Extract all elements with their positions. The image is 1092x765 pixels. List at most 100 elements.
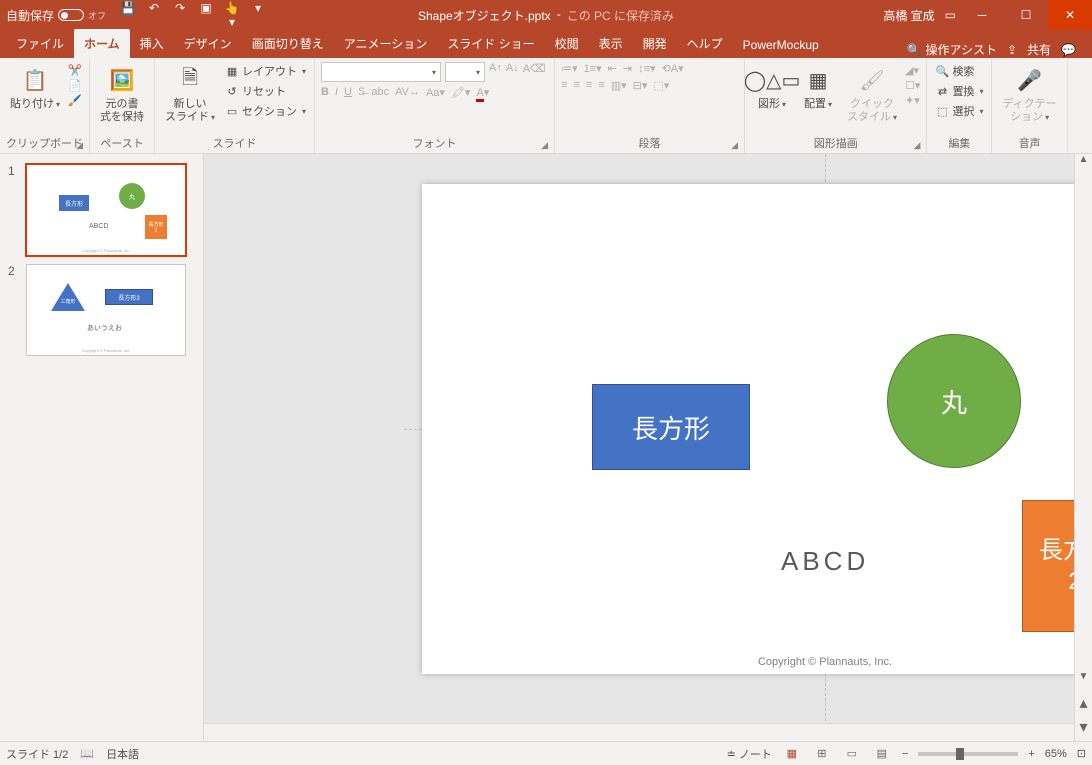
fit-to-window-icon[interactable]: ⊡ [1077,747,1086,760]
tab-home[interactable]: ホーム [74,29,130,58]
align-center-icon[interactable]: ≡ [573,79,579,92]
tab-design[interactable]: デザイン [174,29,242,58]
align-left-icon[interactable]: ≡ [561,79,567,92]
scroll-track[interactable] [1078,172,1089,695]
shapes-button[interactable]: ◯△▭ 図形 [751,62,793,113]
replace-button[interactable]: ⇄置換 [933,82,985,100]
clipboard-launcher-icon[interactable]: ◢ [76,140,83,151]
status-language[interactable]: 日本語 [106,746,139,762]
next-slide-icon[interactable]: ▾ [1079,717,1087,737]
find-button[interactable]: 🔍検索 [933,62,985,80]
increase-font-icon[interactable]: A↑ [489,62,502,82]
thumb-1[interactable]: 長方形 丸 長方形 2 ABCD Copyright © Plannauts, … [26,164,186,256]
paragraph-launcher-icon[interactable]: ◢ [731,140,738,151]
canvas-area[interactable]: 長方形 丸 長方形 2 ABCD Copyright © Plannauts, … [204,154,1074,741]
justify-icon[interactable]: ≡ [598,79,604,92]
shape-outline-icon[interactable]: ☐▾ [905,79,920,92]
line-spacing-icon[interactable]: ↕≡▾ [638,62,655,75]
slide-panel[interactable]: 1 長方形 丸 長方形 2 ABCD Copyright © Plannauts… [0,154,204,741]
dictate-button[interactable]: 🎤 ディクテー ション [998,62,1060,125]
vertical-scrollbar[interactable]: ▲ ▼ ▴ ▾ [1074,154,1092,741]
start-from-beginning-icon[interactable]: ▣ [198,1,214,29]
share-label[interactable]: 共有 [1027,41,1051,58]
autosave-pill[interactable] [58,9,84,21]
tab-review[interactable]: 校閲 [545,29,589,58]
indent-dec-icon[interactable]: ⇤ [608,62,617,75]
qat-more-icon[interactable]: ▾ [250,1,266,29]
share-icon[interactable]: ⇪ [1007,43,1017,57]
font-name-select[interactable] [321,62,441,82]
zoom-out-icon[interactable]: − [902,748,908,760]
strike-icon[interactable]: S̶ [358,86,365,99]
tab-transitions[interactable]: 画面切り替え [242,29,334,58]
minimize-button[interactable]: ─ [960,0,1004,30]
layout-button[interactable]: ▦レイアウト [223,62,308,80]
scroll-down-icon[interactable]: ▼ [1079,671,1089,689]
zoom-slider[interactable] [918,752,1018,756]
status-slide-number[interactable]: スライド 1/2 [6,746,68,762]
tab-powermockup[interactable]: PowerMockup [733,32,829,58]
shadow-icon[interactable]: abc [371,86,389,99]
thumb-1-wrap[interactable]: 1 長方形 丸 長方形 2 ABCD Copyright © Plannauts… [0,160,203,260]
normal-view-icon[interactable]: ▦ [782,747,802,760]
shape-fill-icon[interactable]: ◢▾ [905,64,920,77]
thumb-2[interactable]: 三角形 長方形3 あいうえお Copyright © Plannauts, In… [26,264,186,356]
tab-insert[interactable]: 挿入 [130,29,174,58]
tab-slideshow[interactable]: スライド ショー [437,29,544,58]
numbering-icon[interactable]: 1≡▾ [584,62,602,75]
cut-icon[interactable]: ✂️ [68,64,82,77]
touch-mode-icon[interactable]: 👆▾ [224,1,240,29]
arrange-button[interactable]: ▦ 配置 [797,62,839,113]
sorter-view-icon[interactable]: ⊞ [812,747,832,760]
align-text-icon[interactable]: ⊟▾ [633,79,648,92]
new-slide-button[interactable]: 🗎 新しい スライド [161,62,219,125]
prev-slide-icon[interactable]: ▴ [1079,693,1087,713]
decrease-font-icon[interactable]: A↓ [506,62,519,82]
columns-icon[interactable]: ▥▾ [611,79,627,92]
font-color-icon[interactable]: A▾ [476,86,489,99]
tell-me[interactable]: 🔍 操作アシスト [906,41,996,58]
quick-styles-button[interactable]: 🖌 クイック スタイル [843,62,901,125]
zoom-in-icon[interactable]: + [1028,748,1034,760]
hscroll[interactable] [204,723,1074,741]
comments-icon[interactable]: 💬 [1061,43,1076,57]
undo-icon[interactable]: ↶ [146,1,162,29]
indent-inc-icon[interactable]: ⇥ [623,62,632,75]
align-right-icon[interactable]: ≡ [586,79,592,92]
bold-icon[interactable]: B [321,86,329,99]
shape-rect1[interactable]: 長方形 [592,384,750,470]
thumb-2-wrap[interactable]: 2 三角形 長方形3 あいうえお Copyright © Plannauts, … [0,260,203,360]
char-spacing-icon[interactable]: AV↔ [395,86,420,99]
reading-view-icon[interactable]: ▭ [842,747,862,760]
font-size-select[interactable] [445,62,485,82]
keep-source-format-button[interactable]: 🖼️ 元の書 式を保持 [96,62,148,125]
tab-developer[interactable]: 開発 [633,29,677,58]
section-button[interactable]: ▭セクション [223,102,308,120]
tab-animations[interactable]: アニメーション [334,29,438,58]
spellcheck-icon[interactable]: 📖 [80,747,94,760]
notes-button[interactable]: ≐ ノート [727,746,772,762]
shape-circle[interactable]: 丸 [887,334,1021,468]
font-launcher-icon[interactable]: ◢ [541,140,548,151]
text-direction-icon[interactable]: ⟲A▾ [662,62,684,75]
underline-icon[interactable]: U [344,86,352,99]
tab-view[interactable]: 表示 [589,29,633,58]
slideshow-view-icon[interactable]: ▤ [872,747,892,760]
scroll-up-icon[interactable]: ▲ [1075,154,1092,172]
format-painter-icon[interactable]: 🖌️ [68,94,82,107]
bullets-icon[interactable]: ≔▾ [561,62,578,75]
copy-icon[interactable]: 📄 [68,79,82,92]
select-button[interactable]: ⬚選択 [933,102,985,120]
reset-button[interactable]: ↺リセット [223,82,308,100]
slide-canvas[interactable]: 長方形 丸 長方形 2 ABCD Copyright © Plannauts, … [422,184,1074,674]
shape-effects-icon[interactable]: ✦▾ [905,94,920,107]
shape-rect2[interactable]: 長方形 2 [1022,500,1074,632]
close-button[interactable]: ✕ [1048,0,1092,30]
zoom-slider-thumb[interactable] [956,748,964,760]
paste-button[interactable]: 📋 貼り付け [6,62,64,113]
highlight-icon[interactable]: 🖍▾ [451,86,471,99]
save-icon[interactable]: 💾 [120,1,136,29]
autosave-toggle[interactable]: 自動保存 オフ [6,7,106,24]
change-case-icon[interactable]: Aa▾ [426,86,445,99]
tab-help[interactable]: ヘルプ [677,29,733,58]
